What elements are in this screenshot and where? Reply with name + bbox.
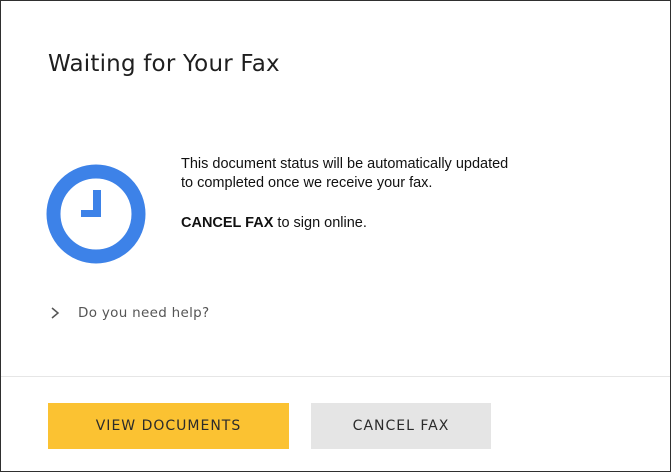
cancel-fax-button[interactable]: CANCEL FAX	[311, 403, 491, 449]
dialog-title: Waiting for Your Fax	[48, 51, 280, 77]
status-message-line-2: to completed once we receive your fax.	[181, 175, 433, 191]
cancel-instruction-emphasis: CANCEL FAX	[181, 215, 274, 231]
cancel-instruction-suffix: to sign online.	[273, 215, 367, 231]
clock-icon	[46, 164, 146, 264]
cancel-instruction: CANCEL FAX to sign online.	[181, 214, 641, 233]
help-toggle-label: Do you need help?	[78, 305, 210, 321]
footer-divider	[1, 376, 670, 377]
status-message: This document status will be automatical…	[181, 155, 641, 233]
chevron-right-icon	[51, 307, 60, 319]
view-documents-button[interactable]: VIEW DOCUMENTS	[48, 403, 289, 449]
help-toggle[interactable]: Do you need help?	[48, 305, 210, 321]
status-message-line-1: This document status will be automatical…	[181, 156, 509, 172]
fax-waiting-dialog: Waiting for Your Fax This document statu…	[0, 0, 671, 472]
